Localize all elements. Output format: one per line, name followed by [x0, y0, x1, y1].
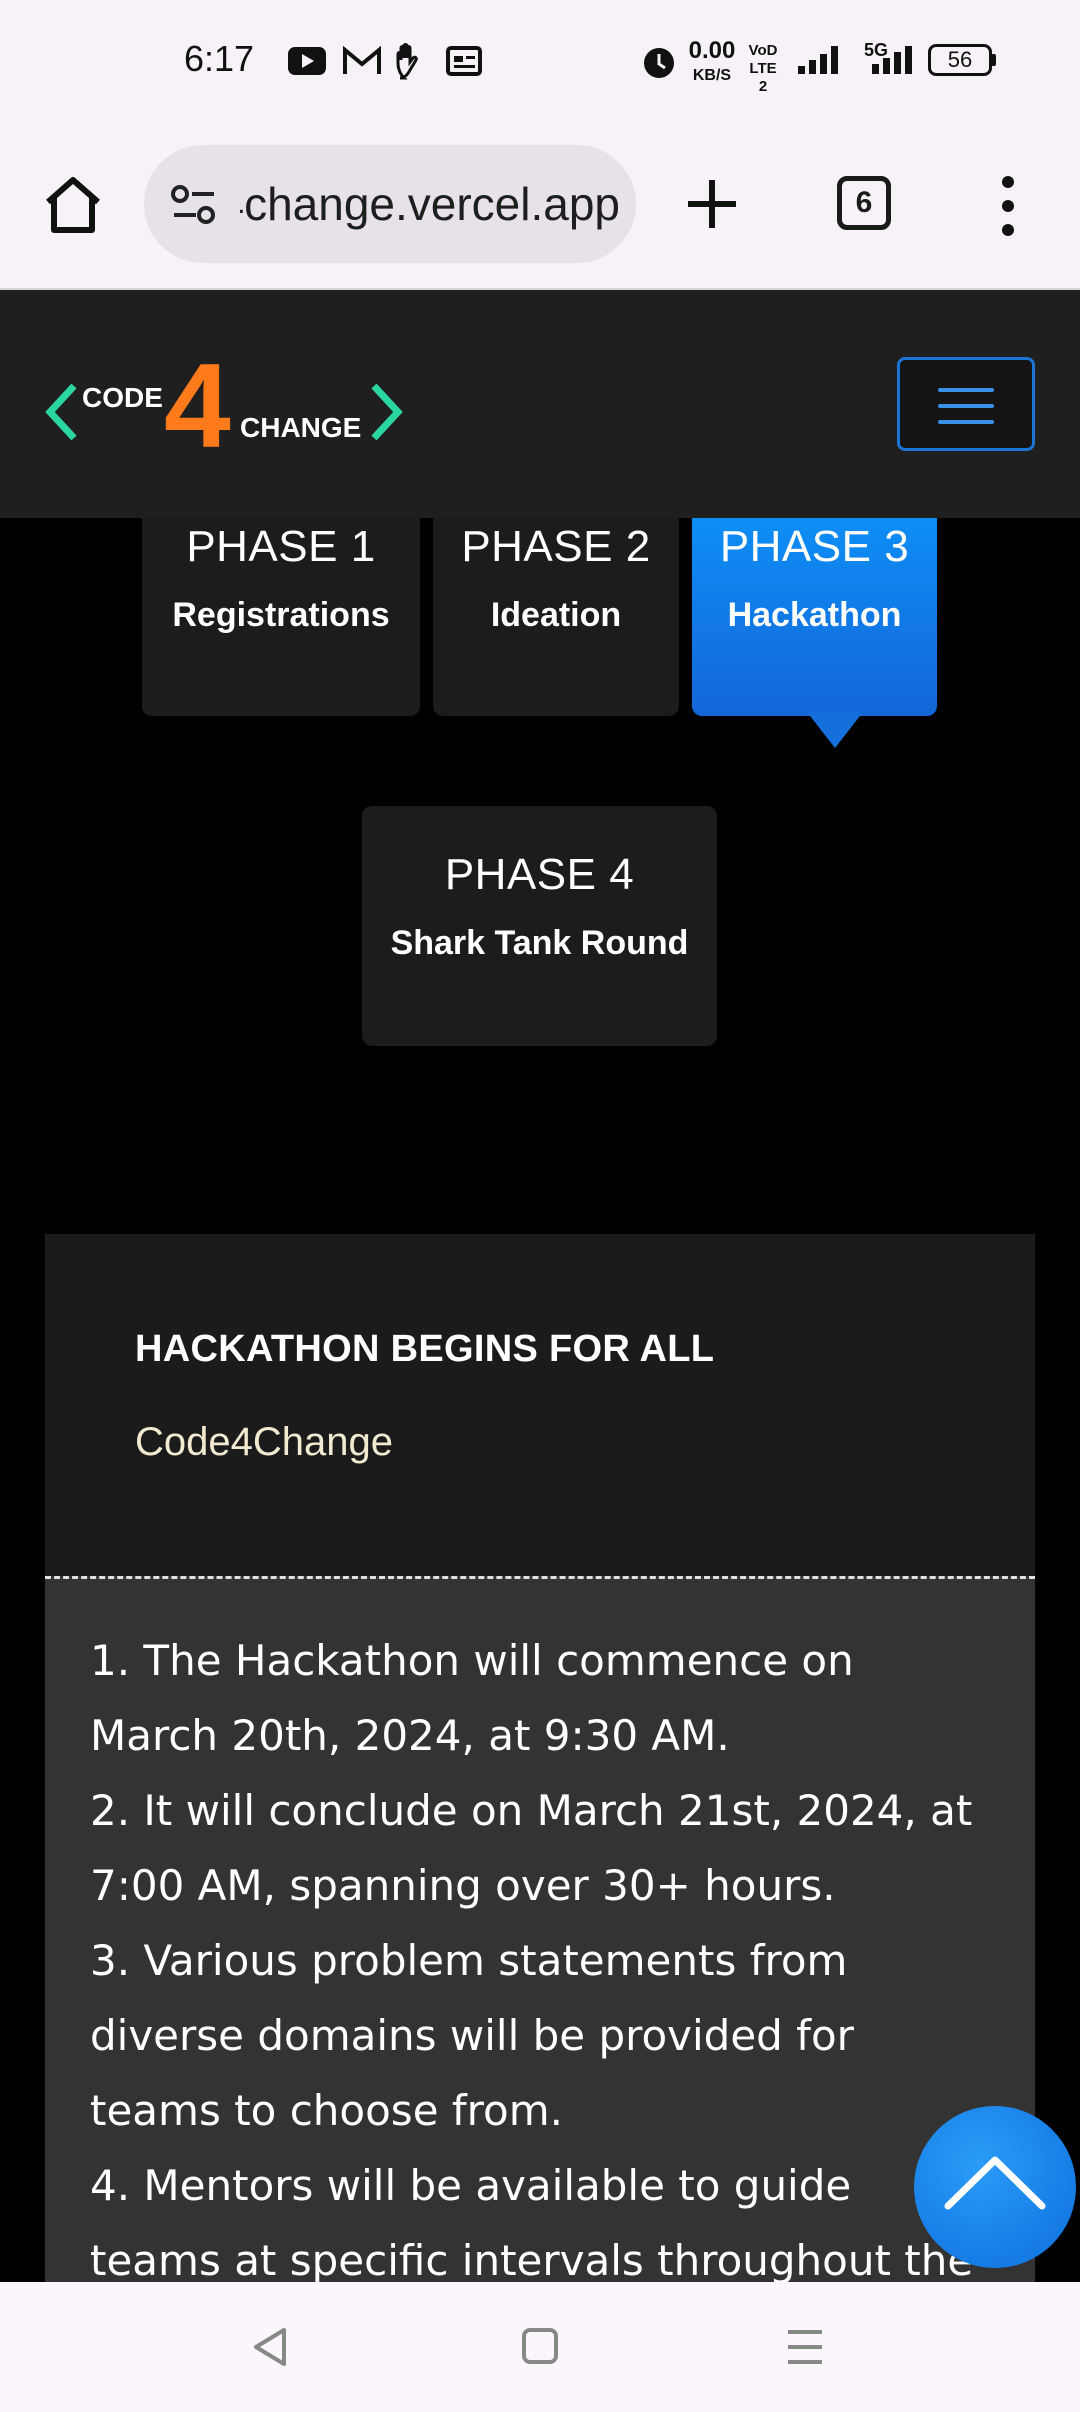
menu-icon-bar: [938, 388, 994, 392]
card-title: HACKATHON BEGINS FOR ALL: [135, 1328, 715, 1370]
battery-level: 56: [947, 47, 973, 72]
phase-details-card: HACKATHON BEGINS FOR ALL Code4Change 1. …: [45, 1234, 1035, 2360]
phase-title: PHASE 2: [461, 522, 651, 571]
logo-code: CODE: [82, 382, 163, 413]
system-navigation-bar: [0, 2282, 1080, 2412]
home-nav-icon[interactable]: [520, 2326, 560, 2366]
browser-toolbar: code4change.vercel.app 6: [0, 124, 1080, 290]
url-clip: code4change.vercel.app: [240, 145, 620, 263]
tab-phase-3[interactable]: PHASE 3 Hackathon: [692, 518, 937, 716]
status-bar: 6:17 0.00 KB/S VoD LTE2 5G 56: [0, 0, 1080, 124]
url-text: code4change.vercel.app: [240, 178, 620, 230]
list-item: 2. It will conclude on March 21st, 2024,…: [90, 1786, 973, 1910]
signal-icon-1: [798, 46, 838, 74]
tab-phase-2[interactable]: PHASE 2 Ideation: [433, 518, 679, 716]
signal-icon-2: [872, 46, 912, 74]
status-time: 6:17: [184, 38, 255, 79]
phase-title: PHASE 1: [186, 522, 376, 571]
back-icon[interactable]: [250, 2326, 290, 2368]
phase-subtitle: Shark Tank Round: [390, 924, 689, 962]
tab-switcher-button[interactable]: 6: [837, 176, 891, 230]
alarm-icon: [644, 48, 674, 78]
tab-count: 6: [855, 186, 873, 219]
phase-subtitle: Ideation: [490, 596, 622, 634]
menu-icon-bar: [938, 420, 994, 424]
phase-title: PHASE 3: [719, 522, 910, 571]
youtube-icon: [288, 47, 326, 75]
menu-toggle-button[interactable]: [897, 357, 1035, 451]
volte-indicator: VoD LTE2: [748, 42, 778, 95]
card-body: 1. The Hackathon will commence on March …: [45, 1576, 1035, 2360]
logo-change: CHANGE: [240, 412, 362, 443]
hand-icon: [396, 43, 418, 80]
phase-subtitle: Registrations: [172, 596, 390, 634]
network-speed-unit: KB/S: [692, 67, 732, 84]
chevron-right-icon: [371, 383, 403, 441]
network-speed-value: 0.00: [688, 37, 736, 64]
address-bar[interactable]: code4change.vercel.app: [144, 145, 636, 263]
list-item: 3. Various problem statements from diver…: [90, 1936, 854, 2135]
card-subtitle: Code4Change: [135, 1420, 393, 1464]
list-item: 1. The Hackathon will commence on March …: [90, 1636, 854, 1760]
tab-phase-4[interactable]: PHASE 4 Shark Tank Round: [362, 806, 717, 1046]
site-logo[interactable]: CODE 4 CHANGE: [44, 346, 414, 466]
more-options-icon[interactable]: [996, 174, 1020, 238]
new-tab-icon[interactable]: [684, 176, 740, 232]
network-speed: 0.00 KB/S: [684, 37, 740, 87]
logo-digit: 4: [164, 339, 231, 473]
battery-tip: [992, 54, 996, 66]
news-icon: [446, 46, 482, 76]
site-settings-icon[interactable]: [168, 183, 220, 227]
active-tab-pointer: [807, 712, 863, 748]
tab-phase-1[interactable]: PHASE 1 Registrations: [142, 518, 420, 716]
phase-title: PHASE 4: [444, 850, 635, 899]
home-icon[interactable]: [42, 174, 104, 236]
scroll-to-top-button[interactable]: [914, 2106, 1076, 2268]
battery-icon: 56: [928, 44, 992, 76]
chevron-up-icon: [944, 2156, 1046, 2210]
chevron-left-icon: [45, 383, 77, 441]
site-header: CODE 4 CHANGE: [0, 290, 1080, 518]
gmail-icon: [343, 46, 381, 74]
recents-icon[interactable]: [784, 2328, 826, 2366]
phase-subtitle: Hackathon: [727, 596, 902, 634]
menu-icon-bar: [938, 404, 994, 408]
